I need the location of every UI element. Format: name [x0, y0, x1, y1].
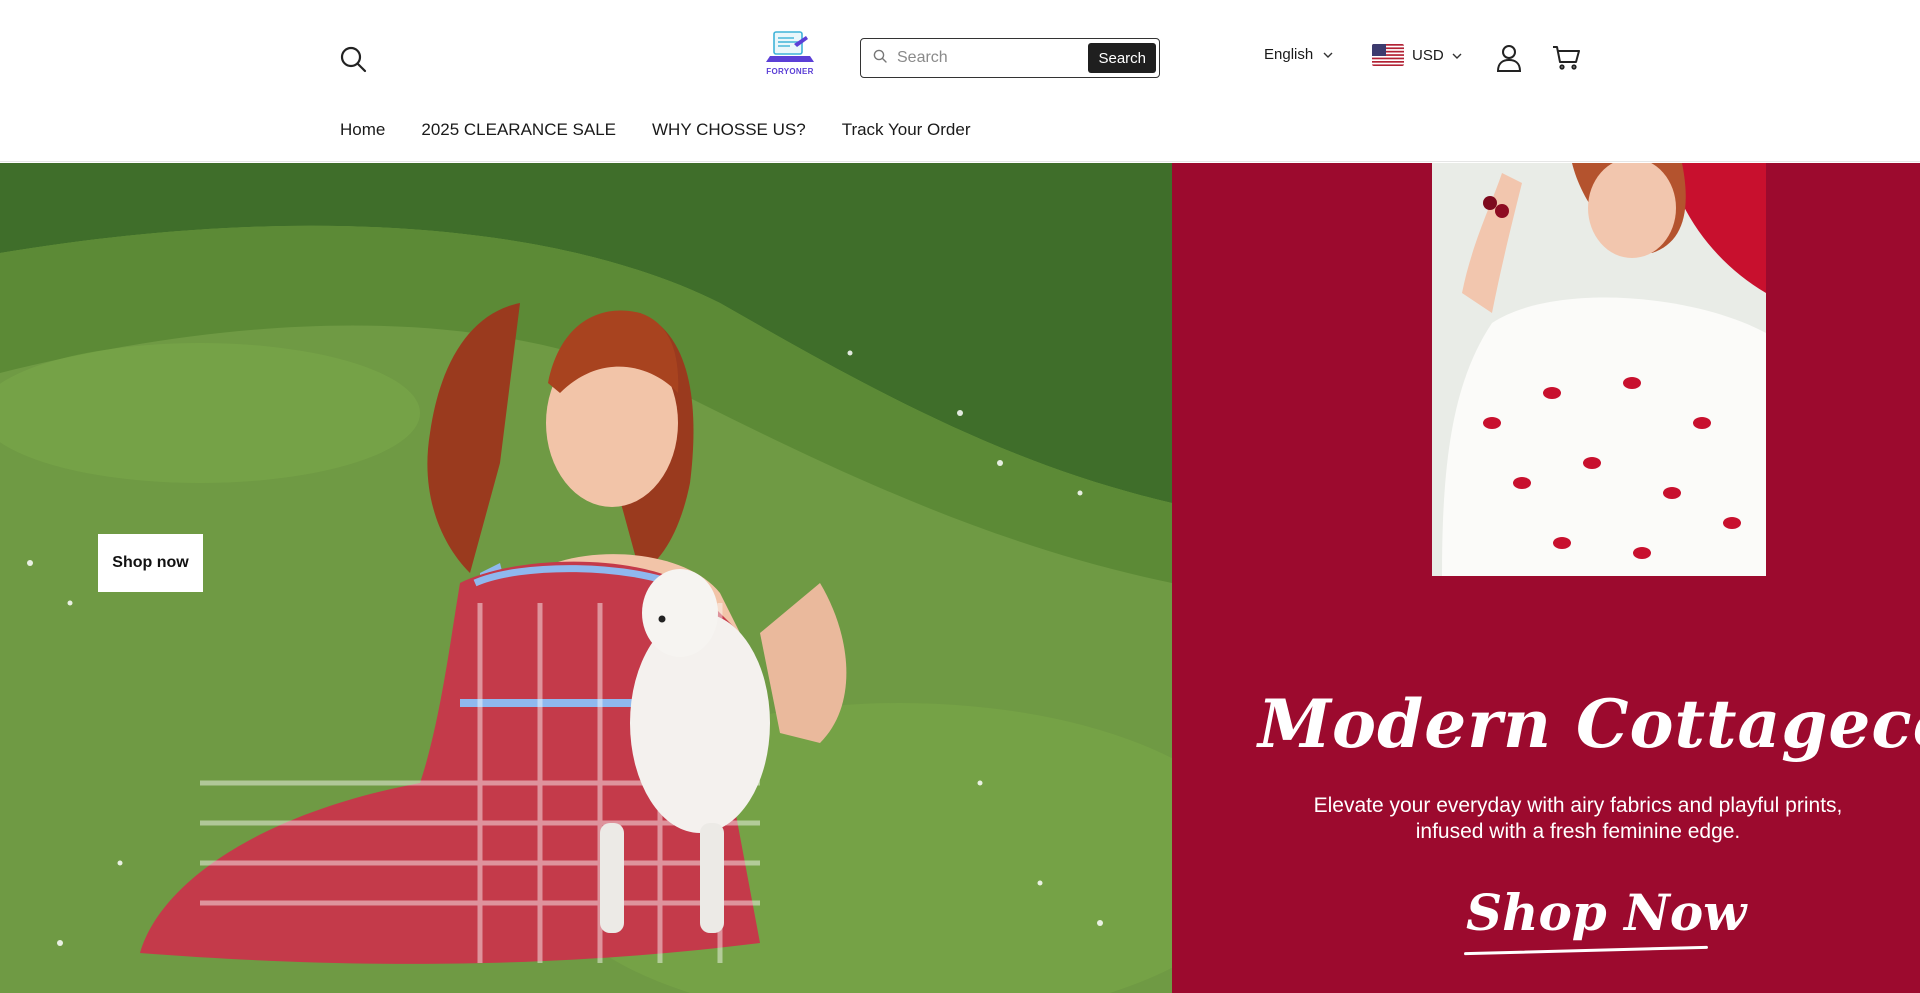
nav-item-home[interactable]: Home	[340, 120, 385, 140]
hero-promo-right[interactable]: Modern Cottagecore Elevate your everyday…	[1172, 163, 1920, 993]
search-input-icon	[873, 49, 887, 68]
main-navigation: Home 2025 CLEARANCE SALE WHY CHOSSE US? …	[340, 120, 971, 140]
promo-shop-now-link[interactable]: Shop Now	[1466, 883, 1746, 942]
promo-subtitle: Elevate your everyday with airy fabrics …	[1268, 793, 1888, 845]
promo-cta-underline	[1464, 945, 1708, 956]
nav-item-track-order[interactable]: Track Your Order	[842, 120, 971, 140]
search-submit-button[interactable]: Search	[1088, 43, 1156, 73]
promo-model-photo	[1432, 163, 1766, 576]
language-selector[interactable]: English	[1264, 46, 1333, 63]
promo-model-illustration	[1432, 163, 1766, 576]
user-icon[interactable]	[1492, 40, 1526, 76]
chevron-down-icon	[1323, 46, 1333, 63]
nav-item-why-choose-us[interactable]: WHY CHOSSE US?	[652, 120, 806, 140]
shop-now-button[interactable]: Shop now	[98, 534, 203, 592]
us-flag-icon	[1372, 44, 1404, 66]
currency-selector[interactable]: USD	[1372, 44, 1462, 66]
chevron-down-icon	[1452, 47, 1462, 64]
cart-icon[interactable]	[1548, 40, 1584, 76]
promo-title: Modern Cottagecore	[1258, 685, 1920, 763]
hero-photo-left[interactable]: Shop now	[0, 163, 1172, 993]
search-icon[interactable]	[336, 42, 370, 76]
promo-subtitle-line-1: Elevate your everyday with airy fabrics …	[1313, 794, 1843, 817]
site-header: FORYONER Search English	[0, 0, 1920, 162]
nav-item-clearance-sale[interactable]: 2025 CLEARANCE SALE	[421, 120, 616, 140]
search-bar: Search	[860, 38, 1160, 78]
language-label: English	[1264, 46, 1314, 63]
store-logo[interactable]: FORYONER	[756, 30, 824, 78]
logo-text: FORYONER	[766, 67, 814, 76]
promo-subtitle-line-2: infused with a fresh feminine edge.	[1415, 820, 1741, 843]
currency-label: USD	[1412, 46, 1444, 64]
search-input[interactable]	[897, 49, 1077, 67]
logo-laptop-icon	[766, 31, 814, 62]
hero-banner: Shop now Modern Cottagec Elevate your ev…	[0, 163, 1920, 993]
